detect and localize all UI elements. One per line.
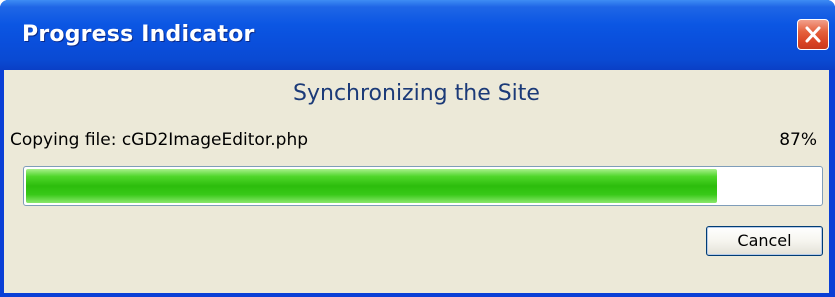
dialog-body: Synchronizing the Site Copying file: cGD… bbox=[4, 70, 829, 293]
progress-bar-fill bbox=[26, 169, 717, 203]
status-text: Copying file: cGD2ImageEditor.php bbox=[10, 130, 309, 150]
title-bar[interactable]: Progress Indicator bbox=[0, 0, 835, 70]
close-icon bbox=[805, 26, 821, 43]
window-title: Progress Indicator bbox=[22, 22, 255, 47]
close-button[interactable] bbox=[797, 19, 829, 50]
cancel-button[interactable]: Cancel bbox=[706, 226, 823, 256]
progress-bar bbox=[23, 166, 823, 206]
progress-dialog-window: Progress Indicator Synchronizing the Sit… bbox=[0, 0, 835, 297]
percent-text: 87% bbox=[779, 130, 817, 150]
dialog-heading: Synchronizing the Site bbox=[293, 81, 540, 106]
